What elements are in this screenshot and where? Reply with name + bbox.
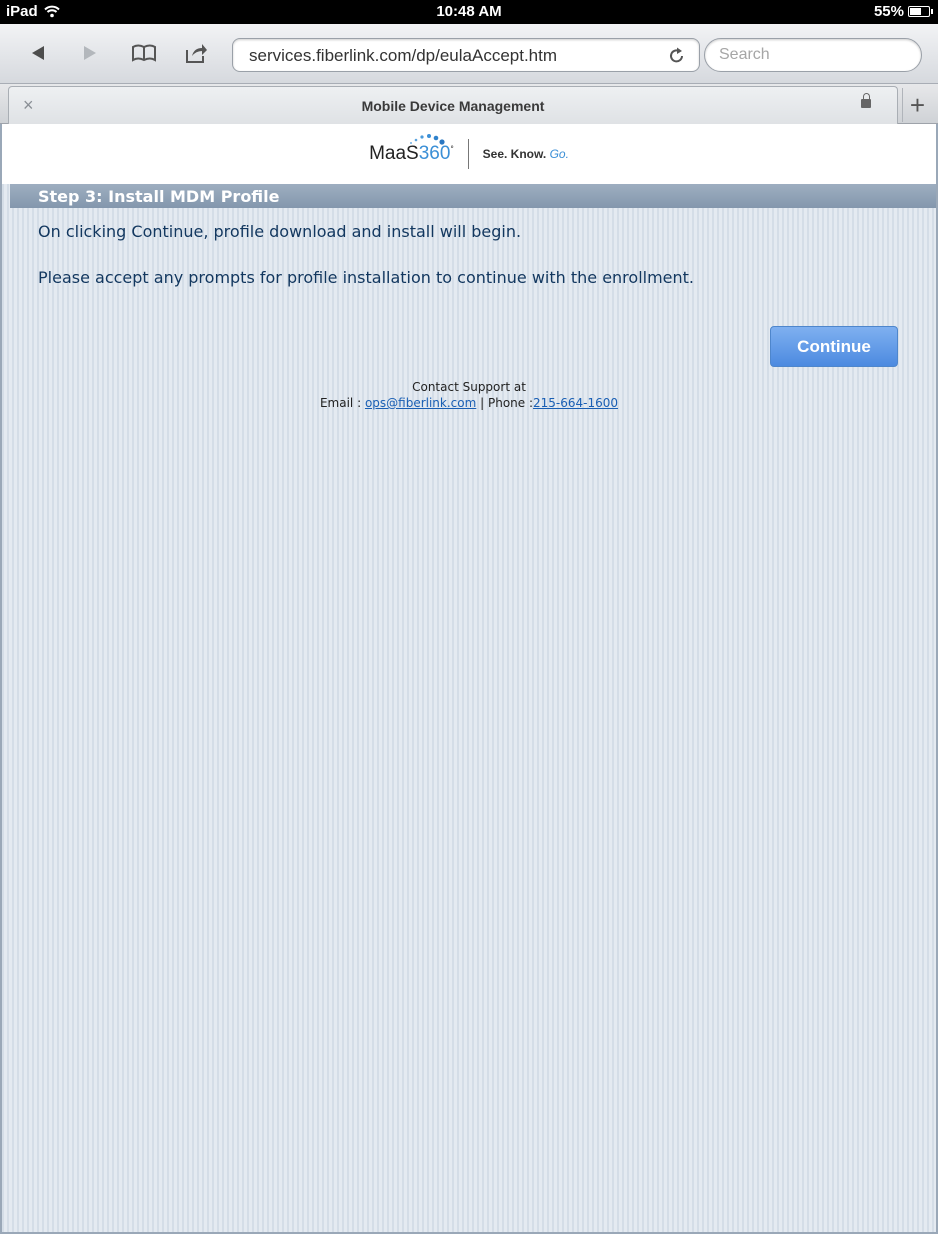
forward-arrow-icon <box>84 46 96 60</box>
support-heading: Contact Support at <box>412 380 526 394</box>
tagline: See. Know. Go. <box>483 147 569 161</box>
logo-separator <box>467 139 469 169</box>
search-input[interactable] <box>719 46 909 64</box>
instruction-line-2: Please accept any prompts for profile in… <box>38 268 695 287</box>
tab-mobile-device-management[interactable]: × Mobile Device Management <box>8 86 898 124</box>
phone-label: | Phone : <box>476 396 534 410</box>
logo-sup: ° <box>450 144 454 154</box>
battery-percent: 55% <box>873 3 904 20</box>
lock-icon <box>861 93 871 108</box>
address-bar[interactable]: services.fiberlink.com/dp/eulaAccept.htm <box>232 38 700 72</box>
status-right: 55% <box>873 3 933 20</box>
tagline-go: Go. <box>549 147 569 161</box>
support-email-link[interactable]: ops@fiberlink.com <box>365 396 476 410</box>
share-icon <box>186 44 207 63</box>
new-tab-button[interactable]: + <box>902 88 932 122</box>
continue-button[interactable]: Continue <box>770 326 898 367</box>
bookmarks-book-icon <box>132 44 156 62</box>
page-content: Step 3: Install MDM Profile On clicking … <box>2 184 936 1232</box>
reload-icon[interactable] <box>667 46 687 66</box>
status-time: 10:48 AM <box>436 3 502 20</box>
support-contact-line: Email : ops@fiberlink.com | Phone :215-6… <box>2 396 936 410</box>
share-button[interactable] <box>182 40 210 66</box>
maas360-logo: MaaS360° <box>369 134 454 165</box>
site-header: MaaS360° See. Know. Go. <box>2 124 936 184</box>
logo-text: MaaS <box>369 143 419 164</box>
email-label: Email : <box>319 396 365 410</box>
browser-toolbar: services.fiberlink.com/dp/eulaAccept.htm <box>0 24 938 84</box>
forward-button[interactable] <box>76 40 104 66</box>
tab-bar: × Mobile Device Management + <box>0 84 938 124</box>
logo-number: 360 <box>418 143 451 164</box>
search-field[interactable] <box>704 38 922 72</box>
battery-icon <box>908 6 933 17</box>
tab-title: Mobile Device Management <box>361 98 545 114</box>
instruction-line-1: On clicking Continue, profile download a… <box>38 222 522 241</box>
status-bar: iPad 10:48 AM 55% <box>0 0 938 24</box>
url-text: services.fiberlink.com/dp/eulaAccept.htm <box>249 46 558 65</box>
back-button[interactable] <box>24 40 52 66</box>
battery-fill <box>910 8 921 15</box>
logo-dots-icon <box>410 134 445 145</box>
step-title: Step 3: Install MDM Profile <box>10 184 936 208</box>
support-phone-link[interactable]: 215-664-1600 <box>533 396 618 410</box>
back-arrow-icon <box>32 46 44 60</box>
bookmarks-button[interactable] <box>130 40 158 66</box>
tagline-text: See. Know. <box>482 147 547 161</box>
